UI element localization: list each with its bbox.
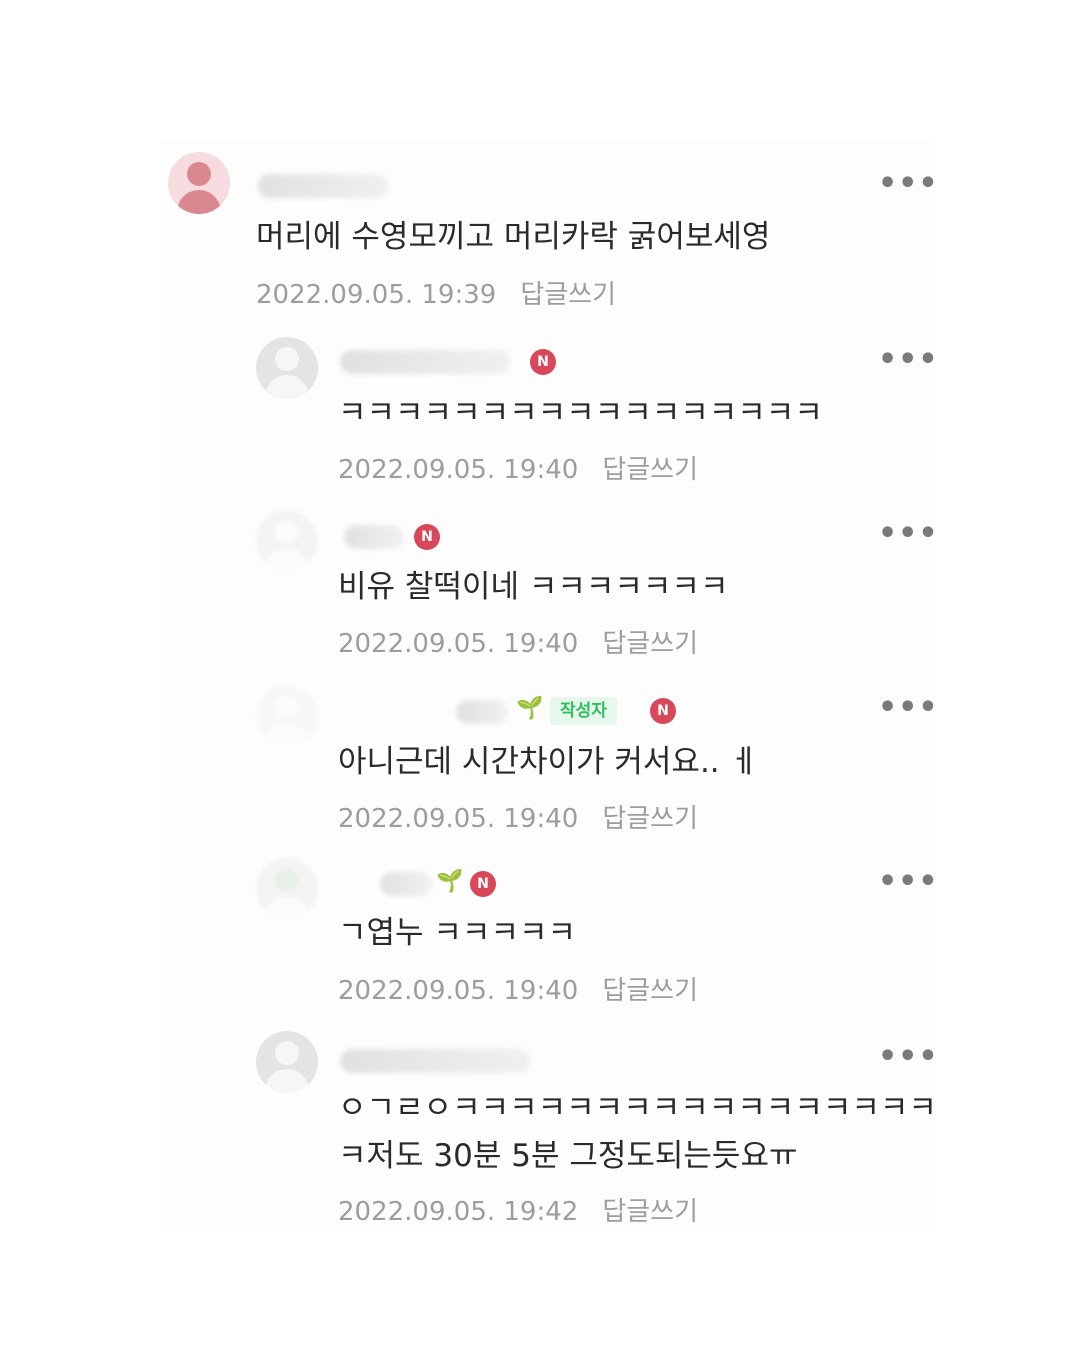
new-badge-icon: N bbox=[470, 871, 496, 897]
comment-text-line1: ㅇㄱㄹㅇㅋㅋㅋㅋㅋㅋㅋㅋㅋㅋㅋㅋㅋㅋㅋㅋㅋ bbox=[338, 1090, 937, 1126]
avatar-head bbox=[275, 695, 299, 719]
comment-meta: 2022.09.05. 19:40 답글쓰기 bbox=[338, 798, 698, 835]
more-options-icon[interactable]: ••• bbox=[878, 1042, 939, 1072]
reply-button[interactable]: 답글쓰기 bbox=[602, 976, 698, 1006]
avatar-head bbox=[275, 868, 299, 892]
new-badge-icon: N bbox=[414, 524, 440, 550]
new-badge-icon: N bbox=[650, 698, 676, 724]
avatar-body bbox=[265, 723, 309, 747]
comment-meta: 2022.09.05. 19:39 답글쓰기 bbox=[256, 274, 616, 311]
comment-date: 2022.09.05. 19:40 bbox=[338, 804, 579, 834]
comment-date: 2022.09.05. 19:40 bbox=[338, 629, 579, 659]
comment-meta: 2022.09.05. 19:42 답글쓰기 bbox=[338, 1191, 698, 1228]
comment-date: 2022.09.05. 19:42 bbox=[338, 1197, 579, 1227]
comment-meta: 2022.09.05. 19:40 답글쓰기 bbox=[338, 623, 698, 660]
more-options-icon[interactable]: ••• bbox=[878, 693, 939, 723]
avatar-head bbox=[275, 1041, 299, 1065]
more-options-icon[interactable]: ••• bbox=[878, 867, 939, 897]
avatar[interactable] bbox=[256, 858, 318, 920]
comment-date: 2022.09.05. 19:39 bbox=[256, 280, 497, 310]
comment-text: ㄱ엽누 ㅋㅋㅋㅋㅋ bbox=[338, 915, 577, 951]
nickname-redacted[interactable] bbox=[340, 350, 510, 374]
reply-button[interactable]: 답글쓰기 bbox=[602, 1197, 698, 1227]
comment-text: ㅋㅋㅋㅋㅋㅋㅋㅋㅋㅋㅋㅋㅋㅋㅋㅋㅋ bbox=[338, 395, 823, 431]
avatar-head bbox=[275, 520, 299, 544]
comment-text-line2: ㅋ저도 30분 5분 그정도되는듯요ㅠ bbox=[338, 1138, 798, 1174]
comment-list: ••• 머리에 수영모끼고 머리카락 굵어보세영 2022.09.05. 19:… bbox=[160, 140, 938, 1230]
avatar[interactable] bbox=[256, 685, 318, 747]
comment-meta: 2022.09.05. 19:40 답글쓰기 bbox=[338, 449, 698, 486]
reply-button[interactable]: 답글쓰기 bbox=[602, 455, 698, 485]
avatar[interactable] bbox=[168, 152, 230, 214]
avatar-body bbox=[265, 548, 309, 572]
avatar-body bbox=[265, 896, 309, 920]
comment-date: 2022.09.05. 19:40 bbox=[338, 976, 579, 1006]
comment-date: 2022.09.05. 19:40 bbox=[338, 455, 579, 485]
comment-text: 비유 찰떡이네 ㅋㅋㅋㅋㅋㅋㅋ bbox=[338, 569, 729, 605]
nickname-redacted[interactable] bbox=[258, 174, 388, 198]
nickname-redacted[interactable] bbox=[380, 872, 432, 896]
reply-button[interactable]: 답글쓰기 bbox=[602, 629, 698, 659]
reply-button[interactable]: 답글쓰기 bbox=[520, 280, 616, 310]
avatar-body bbox=[265, 375, 309, 399]
nickname-redacted[interactable] bbox=[456, 700, 508, 724]
more-options-icon[interactable]: ••• bbox=[878, 169, 939, 199]
avatar-body bbox=[177, 190, 221, 214]
avatar[interactable] bbox=[256, 337, 318, 399]
avatar-body bbox=[265, 1069, 309, 1093]
nickname-redacted[interactable] bbox=[344, 525, 404, 549]
sprout-icon: 🌱 bbox=[516, 696, 544, 721]
comment-text: 아니근데 시간차이가 커서요.. ㅔ bbox=[338, 744, 759, 780]
avatar-head bbox=[275, 347, 299, 371]
comment-text: 머리에 수영모끼고 머리카락 굵어보세영 bbox=[256, 219, 771, 255]
sprout-icon: 🌱 bbox=[436, 869, 464, 894]
avatar[interactable] bbox=[256, 510, 318, 572]
nickname-redacted[interactable] bbox=[340, 1049, 530, 1073]
comment-meta: 2022.09.05. 19:40 답글쓰기 bbox=[338, 970, 698, 1007]
avatar[interactable] bbox=[256, 1031, 318, 1093]
more-options-icon[interactable]: ••• bbox=[878, 519, 939, 549]
more-options-icon[interactable]: ••• bbox=[878, 345, 939, 375]
author-badge: 작성자 bbox=[550, 697, 617, 725]
reply-button[interactable]: 답글쓰기 bbox=[602, 804, 698, 834]
new-badge-icon: N bbox=[530, 349, 556, 375]
avatar-head bbox=[187, 162, 211, 186]
